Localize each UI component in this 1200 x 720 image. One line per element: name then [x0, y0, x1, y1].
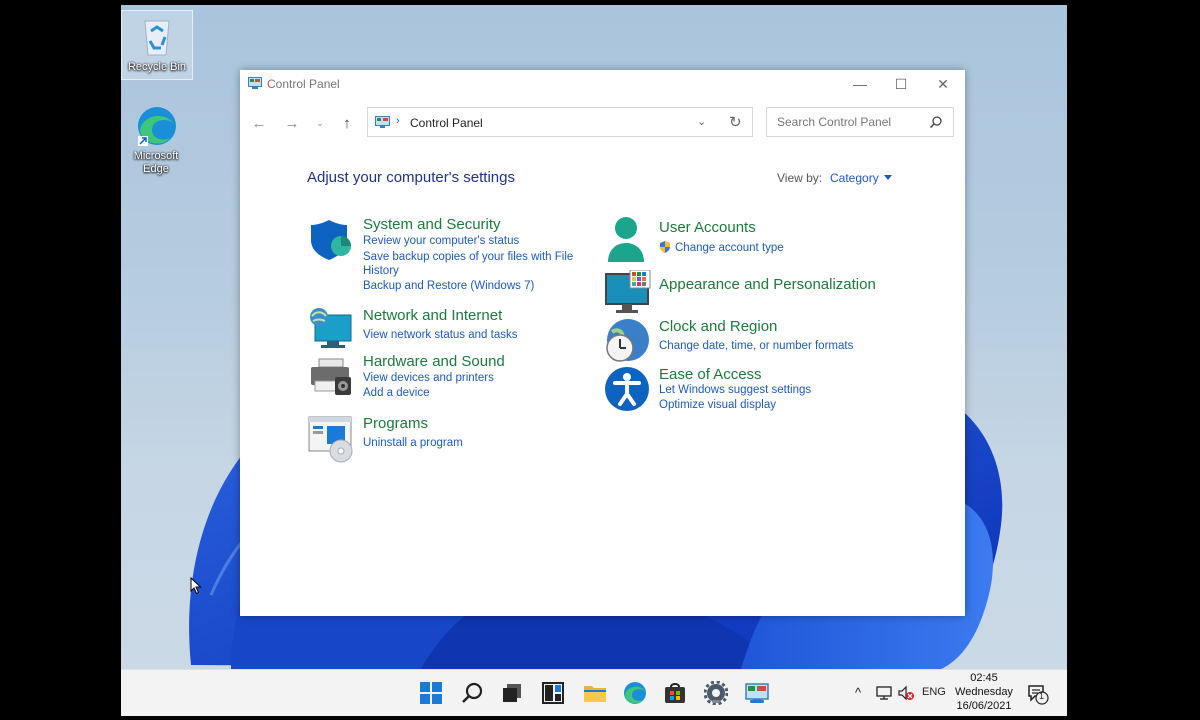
edge-icon[interactable]	[623, 681, 647, 705]
category-link[interactable]: Let Windows suggest settings	[659, 384, 811, 396]
change-account-type-link: Change account type	[675, 242, 784, 254]
breadcrumb-separator: ›	[396, 115, 400, 127]
printer-speaker-icon	[311, 358, 351, 395]
control-panel-app[interactable]	[745, 681, 769, 705]
address-bar[interactable]: › Control Panel ⌄ ↻	[367, 107, 753, 137]
accessibility-icon	[605, 367, 649, 411]
notification-icon	[1028, 685, 1049, 705]
category-appearance-and-personalization: Appearance and Personalization	[604, 270, 924, 313]
category-title[interactable]: User Accounts	[659, 219, 756, 236]
category-user-accounts: User Accounts Change account type	[604, 216, 904, 262]
uac-shield-icon	[660, 241, 670, 253]
window-title: Control Panel	[267, 77, 340, 91]
recycle-bin-desktop-icon[interactable]: Recycle Bin	[121, 10, 193, 80]
monitor-palette-icon	[605, 270, 651, 313]
running-indicator	[712, 700, 720, 703]
recycle-bin-label: Recycle Bin	[127, 61, 187, 73]
notification-count: 1	[1039, 691, 1045, 701]
start-icon[interactable]	[419, 681, 443, 705]
mouse-cursor-icon	[190, 577, 202, 595]
category-clock-and-region: Clock and Region Change date, time, or n…	[604, 318, 924, 362]
shield-icon	[311, 220, 351, 260]
category-title[interactable]: Network and Internet	[363, 307, 502, 324]
file-explorer-icon[interactable]	[583, 681, 607, 705]
search-icon[interactable]	[461, 681, 485, 705]
network-icon[interactable]	[876, 685, 892, 701]
caret-down-icon	[883, 175, 892, 180]
category-title[interactable]: Clock and Region	[659, 318, 777, 335]
clock-time: 02:45	[970, 672, 998, 684]
category-system-and-security: System and Security Review your computer…	[307, 216, 577, 296]
edge-icon	[134, 104, 178, 148]
maximize-button[interactable]: ☐	[881, 74, 921, 94]
task-view-icon[interactable]	[500, 681, 524, 705]
recent-locations-button[interactable]: ⌄	[310, 114, 330, 132]
category-link[interactable]: Review your computer's status	[363, 235, 519, 247]
back-button[interactable]: ←	[249, 114, 269, 132]
category-link[interactable]: Optimize visual display	[659, 399, 776, 411]
active-indicator	[750, 700, 764, 703]
widgets-icon[interactable]	[541, 681, 565, 705]
category-link[interactable]: Save backup copies of your files with Fi…	[363, 251, 573, 263]
view-by-label: View by:	[777, 171, 823, 185]
volume-muted-icon[interactable]	[898, 685, 914, 701]
edge-label: Microsoft Edge	[133, 150, 179, 175]
clock-day: Wednesday	[955, 686, 1013, 698]
edge-desktop-icon[interactable]: Microsoft Edge	[121, 100, 191, 176]
user-icon	[608, 217, 644, 262]
minimize-button[interactable]: —	[840, 74, 880, 94]
network-globe-icon	[310, 308, 352, 348]
language-indicator[interactable]: ENG	[922, 686, 946, 698]
page-heading: Adjust your computer's settings	[307, 169, 515, 186]
category-hardware-and-sound: Hardware and Sound View devices and prin…	[307, 353, 577, 401]
title-bar[interactable]: Control Panel — ☐ ✕	[240, 70, 965, 98]
clock-globe-icon	[606, 319, 649, 362]
category-link[interactable]: Uninstall a program	[363, 437, 463, 449]
navigation-bar: ← → ⌄ ↑ › Control Panel ⌄ ↻	[240, 106, 965, 140]
settings-app[interactable]	[703, 680, 729, 706]
category-title[interactable]: Appearance and Personalization	[659, 276, 876, 293]
category-network-and-internet: Network and Internet View network status…	[307, 307, 577, 349]
category-link[interactable]: View network status and tasks	[363, 329, 517, 341]
category-programs: Programs Uninstall a program	[307, 415, 577, 463]
category-link[interactable]: Change date, time, or number formats	[659, 340, 853, 352]
control-panel-icon	[248, 77, 262, 89]
search-box[interactable]	[766, 107, 954, 137]
forward-button[interactable]: →	[282, 114, 302, 132]
category-link[interactable]: Add a device	[363, 387, 430, 399]
up-button[interactable]: ↑	[337, 114, 357, 132]
category-title[interactable]: Ease of Access	[659, 366, 762, 383]
category-title[interactable]: System and Security	[363, 216, 501, 233]
taskbar: ^ ENG 02:45 Wednesday 16/06/2021 1	[121, 669, 1067, 716]
refresh-button[interactable]: ↻	[729, 113, 742, 131]
store-icon[interactable]	[663, 681, 687, 705]
category-ease-of-access: Ease of Access Let Windows suggest setti…	[604, 366, 924, 416]
category-link[interactable]: Change account type	[659, 241, 784, 254]
view-by-value: Category	[830, 171, 879, 185]
programs-icon	[308, 416, 353, 463]
control-panel-window: Control Panel — ☐ ✕ ← → ⌄ ↑ › Control Pa…	[240, 70, 965, 616]
category-title[interactable]: Programs	[363, 415, 428, 432]
search-input[interactable]	[775, 114, 929, 130]
tray-overflow-chevron[interactable]: ^	[855, 685, 861, 700]
recycle-bin-icon	[135, 15, 179, 59]
category-title[interactable]: Hardware and Sound	[363, 353, 505, 370]
clock[interactable]: 02:45 Wednesday 16/06/2021	[947, 671, 1021, 713]
address-dropdown-button[interactable]: ⌄	[697, 115, 706, 128]
close-button[interactable]: ✕	[923, 74, 963, 94]
control-panel-icon	[375, 116, 390, 128]
breadcrumb-location[interactable]: Control Panel	[410, 116, 483, 130]
category-link[interactable]: Backup and Restore (Windows 7)	[363, 280, 534, 292]
view-by-dropdown[interactable]: Category	[830, 171, 892, 185]
search-icon	[929, 116, 942, 129]
category-link[interactable]: View devices and printers	[363, 372, 494, 384]
notification-center-button[interactable]: 1	[1027, 683, 1049, 705]
category-link[interactable]: History	[363, 265, 399, 277]
clock-date: 16/06/2021	[956, 700, 1012, 712]
